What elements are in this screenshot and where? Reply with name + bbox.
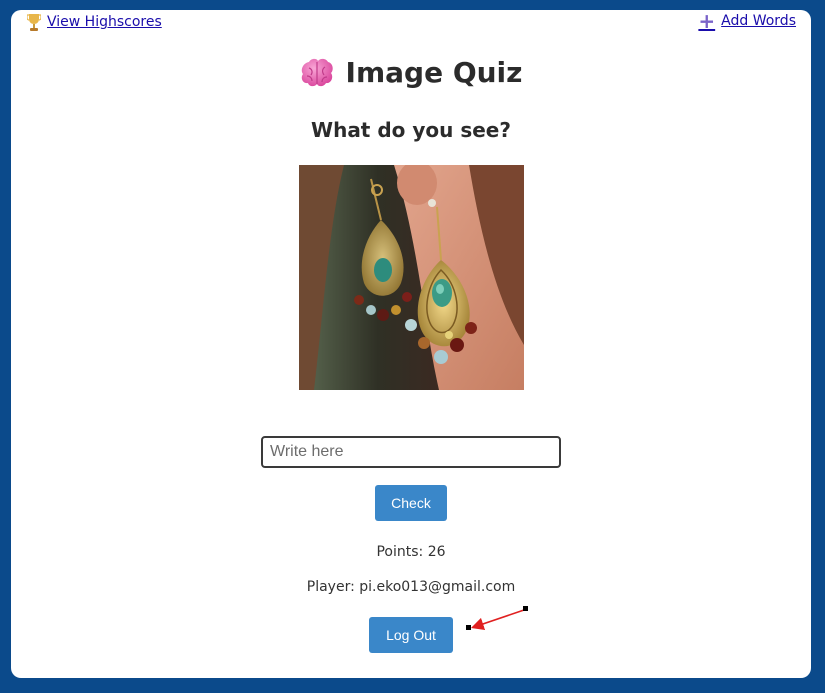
logout-button[interactable]: Log Out <box>369 617 453 653</box>
view-highscores-label: View Highscores <box>47 14 162 30</box>
add-words-link[interactable]: + Add Words <box>698 9 796 33</box>
page-title: Image Quiz <box>345 56 523 89</box>
brain-icon <box>301 58 333 86</box>
add-words-label: Add Words <box>721 13 796 29</box>
title-row: Image Quiz <box>11 56 811 89</box>
check-button[interactable]: Check <box>375 485 447 521</box>
trophy-icon <box>27 14 41 31</box>
player-text: Player: pi.eko013@gmail.com <box>306 579 516 595</box>
answer-input[interactable] <box>261 436 561 468</box>
points-text: Points: 26 <box>376 544 446 560</box>
quiz-question: What do you see? <box>311 118 511 142</box>
quiz-card: View Highscores + Add Words Image Quiz W… <box>11 10 811 678</box>
view-highscores-link[interactable]: View Highscores <box>27 13 162 31</box>
quiz-image <box>299 165 524 390</box>
plus-icon: + <box>698 9 716 33</box>
